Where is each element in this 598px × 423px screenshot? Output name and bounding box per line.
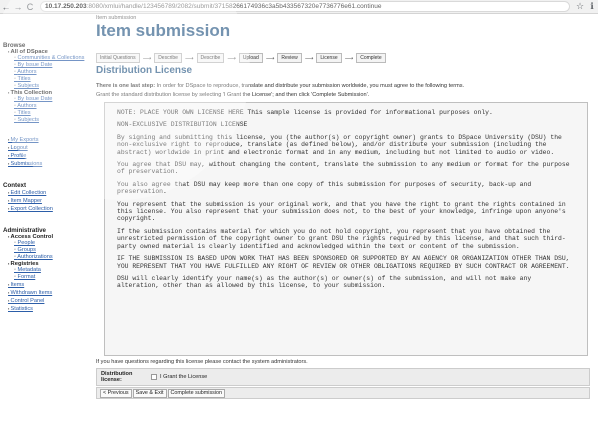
coll-link-titles[interactable]: Titles bbox=[3, 110, 90, 117]
link-people[interactable]: People bbox=[3, 240, 90, 247]
coll-link-authors[interactable]: Authors bbox=[3, 103, 90, 110]
contact-text: If you have questions regarding this lic… bbox=[96, 359, 308, 365]
page-title: Item submission bbox=[96, 21, 231, 40]
grant-license-row: Distribution license: I Grant the Licens… bbox=[96, 368, 590, 386]
grant-license-label: Distribution license: bbox=[101, 371, 133, 383]
link-groups[interactable]: Groups bbox=[3, 247, 90, 254]
context-heading: Context bbox=[3, 182, 27, 189]
administrative-heading: Administrative bbox=[3, 226, 46, 234]
step-arrow-icon: ⟶ bbox=[227, 55, 236, 62]
license-paragraph: If the submission contains material for … bbox=[117, 227, 566, 250]
save-exit-button[interactable]: Save & Exit bbox=[132, 388, 167, 398]
step-license[interactable]: License bbox=[316, 53, 342, 63]
license-paragraph: You represent that the submission is you… bbox=[117, 200, 566, 223]
step-describe-2[interactable]: Describe bbox=[196, 53, 225, 63]
license-paragraph: IF THE SUBMISSION IS BASED UPON WORK THA… bbox=[117, 255, 570, 270]
main-content: Item submission Item submission Distribu… bbox=[96, 14, 598, 423]
license-paragraph: You also agree that DSU may keep more th… bbox=[117, 180, 532, 196]
license-paragraph: By signing and submitting this license, … bbox=[117, 133, 562, 156]
url-path: :8080/xmlui/handle/123456789/2082/submit… bbox=[86, 3, 382, 10]
link-metadata[interactable]: Metadata bbox=[3, 267, 90, 274]
instruction-text: There is one last step: In order for DSp… bbox=[96, 83, 464, 89]
link-control-panel[interactable]: Control Panel bbox=[3, 297, 90, 305]
sidebar-link-communities[interactable]: Communities & Collections bbox=[3, 55, 90, 62]
sidebar-link-authors[interactable]: Authors bbox=[3, 69, 90, 76]
forward-arrow-icon[interactable]: → bbox=[12, 1, 24, 13]
link-submissions[interactable]: Submissions bbox=[3, 160, 90, 168]
grant-license-checkbox[interactable] bbox=[151, 374, 157, 380]
step-arrow-icon: ⟶ bbox=[142, 55, 152, 62]
license-paragraph: NON-EXCLUSIVE DISTRIBUTION LICENSE bbox=[117, 121, 248, 129]
step-arrow-icon: ⟶ bbox=[344, 55, 354, 62]
step-arrow-icon: ⟶ bbox=[304, 55, 314, 62]
link-logout[interactable]: Logout bbox=[3, 144, 90, 152]
bookmark-star-icon[interactable]: ☆ bbox=[574, 1, 586, 12]
step-upload[interactable]: Upload bbox=[238, 53, 263, 63]
submission-buttons: < Previous Save & Exit Complete submissi… bbox=[96, 387, 590, 399]
coll-link-issue-date[interactable]: By Issue Date bbox=[3, 96, 90, 103]
sidebar-link-issue-date[interactable]: By Issue Date bbox=[3, 62, 90, 69]
instruction-rest: In order for DSpace to reproduce, transl… bbox=[155, 83, 465, 89]
complete-submission-button[interactable]: Complete submission bbox=[167, 388, 226, 398]
license-paragraph: You agree that DSU may, without changing… bbox=[117, 161, 570, 176]
step-arrow-icon: ⟶ bbox=[184, 55, 194, 62]
instruction-bold: There is one last step: bbox=[96, 83, 156, 89]
grant-license-checkbox-label[interactable]: I Grant the License bbox=[160, 374, 207, 380]
url-host: 10.17.250.203 bbox=[45, 3, 87, 10]
back-arrow-icon[interactable]: ← bbox=[0, 1, 12, 13]
coll-link-subjects[interactable]: Subjects bbox=[3, 117, 90, 124]
reload-icon[interactable]: C bbox=[24, 1, 36, 13]
step-review[interactable]: Review bbox=[277, 53, 302, 63]
sidebar: Browse All of DSpace Communities & Colle… bbox=[0, 14, 90, 423]
step-complete[interactable]: Complete bbox=[356, 53, 386, 63]
browser-toolbar: ← → C 10.17.250.203:8080/xmlui/handle/12… bbox=[0, 0, 598, 14]
step-describe-1[interactable]: Describe bbox=[154, 53, 182, 63]
license-text-box[interactable]: NOTE: PLACE YOUR OWN LICENSE HERE This s… bbox=[104, 102, 588, 356]
license-paragraph: NOTE: PLACE YOUR OWN LICENSE HERE This s… bbox=[117, 109, 493, 116]
link-edit-collection[interactable]: Edit Collection bbox=[3, 189, 90, 197]
link-statistics[interactable]: Statistics bbox=[3, 305, 90, 313]
link-authorizations[interactable]: Authorizations bbox=[3, 254, 90, 261]
section-subtitle: Distribution License bbox=[96, 65, 193, 76]
license-paragraph: DSU will clearly identify your name(s) a… bbox=[117, 274, 532, 290]
link-items[interactable]: Items bbox=[3, 281, 90, 289]
previous-button[interactable]: < Previous bbox=[100, 388, 132, 398]
step-arrow-icon: ⟶ bbox=[265, 55, 275, 62]
address-bar[interactable]: 10.17.250.203:8080/xmlui/handle/12345678… bbox=[40, 1, 570, 12]
step-initial-questions[interactable]: Initial Questions bbox=[96, 53, 140, 63]
progress-steps: Initial Questions ⟶ Describe ⟶ Describe … bbox=[96, 53, 386, 63]
extension-icon[interactable]: ℹ bbox=[586, 1, 598, 12]
link-export-collection[interactable]: Export Collection bbox=[3, 205, 90, 213]
link-item-mapper[interactable]: Item Mapper bbox=[3, 197, 90, 205]
browse-heading: Browse bbox=[3, 42, 26, 49]
sidebar-link-titles[interactable]: Titles bbox=[3, 76, 90, 83]
link-format[interactable]: Format bbox=[3, 274, 90, 281]
link-withdrawn-items[interactable]: Withdrawn Items bbox=[3, 289, 90, 297]
grant-instruction-text: Grant the standard distribution license … bbox=[96, 92, 370, 98]
link-my-exports[interactable]: My Exports bbox=[3, 136, 90, 144]
sidebar-link-subjects[interactable]: Subjects bbox=[3, 83, 90, 90]
link-profile[interactable]: Profile bbox=[3, 152, 90, 160]
